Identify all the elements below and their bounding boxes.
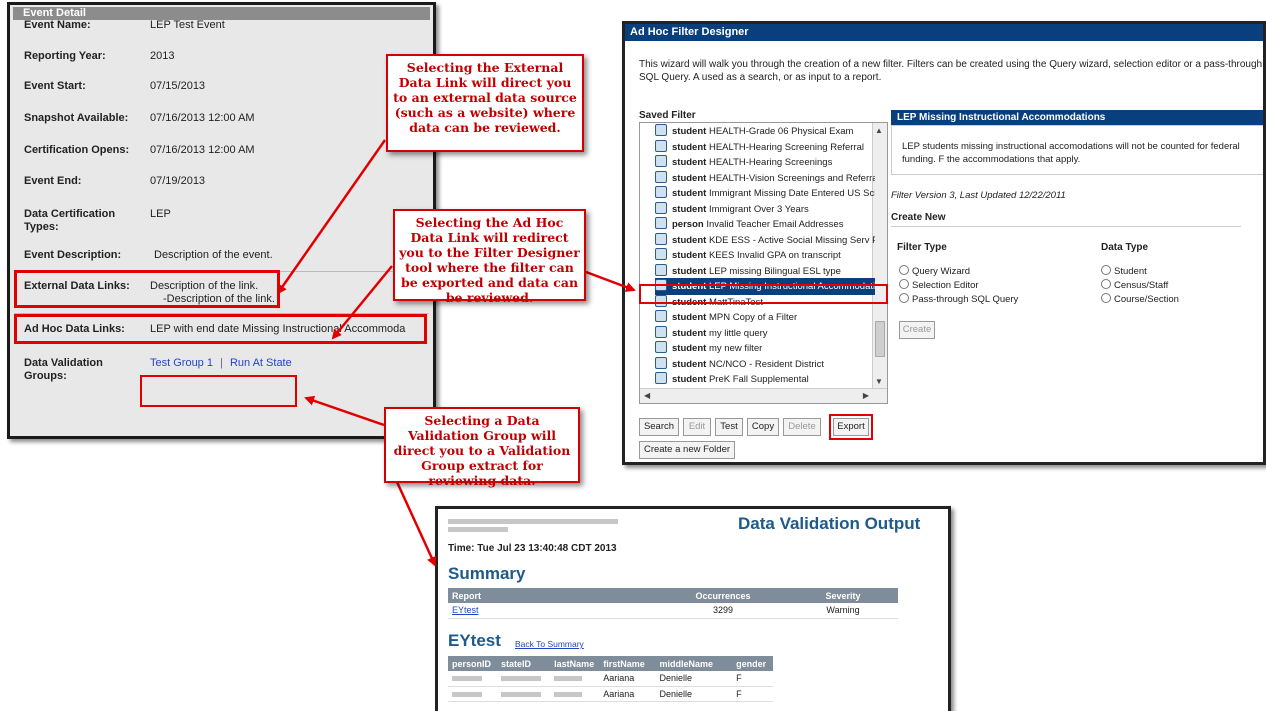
arrow-to-filter-designer [585, 270, 636, 292]
annotation-arrows [276, 139, 636, 567]
callout-adhoc-links: Selecting the Ad Hoc Data Link will redi… [393, 209, 586, 305]
arrow-to-external-links [276, 139, 387, 295]
arrow-to-dvg-links [304, 395, 385, 427]
arrow-to-validation-output [395, 481, 437, 567]
callout-data-validation: Selecting a Data Validation Group will d… [384, 407, 580, 488]
callout-external-links: Selecting the External Data Link will di… [386, 54, 584, 152]
arrow-to-adhoc-links [331, 265, 393, 340]
